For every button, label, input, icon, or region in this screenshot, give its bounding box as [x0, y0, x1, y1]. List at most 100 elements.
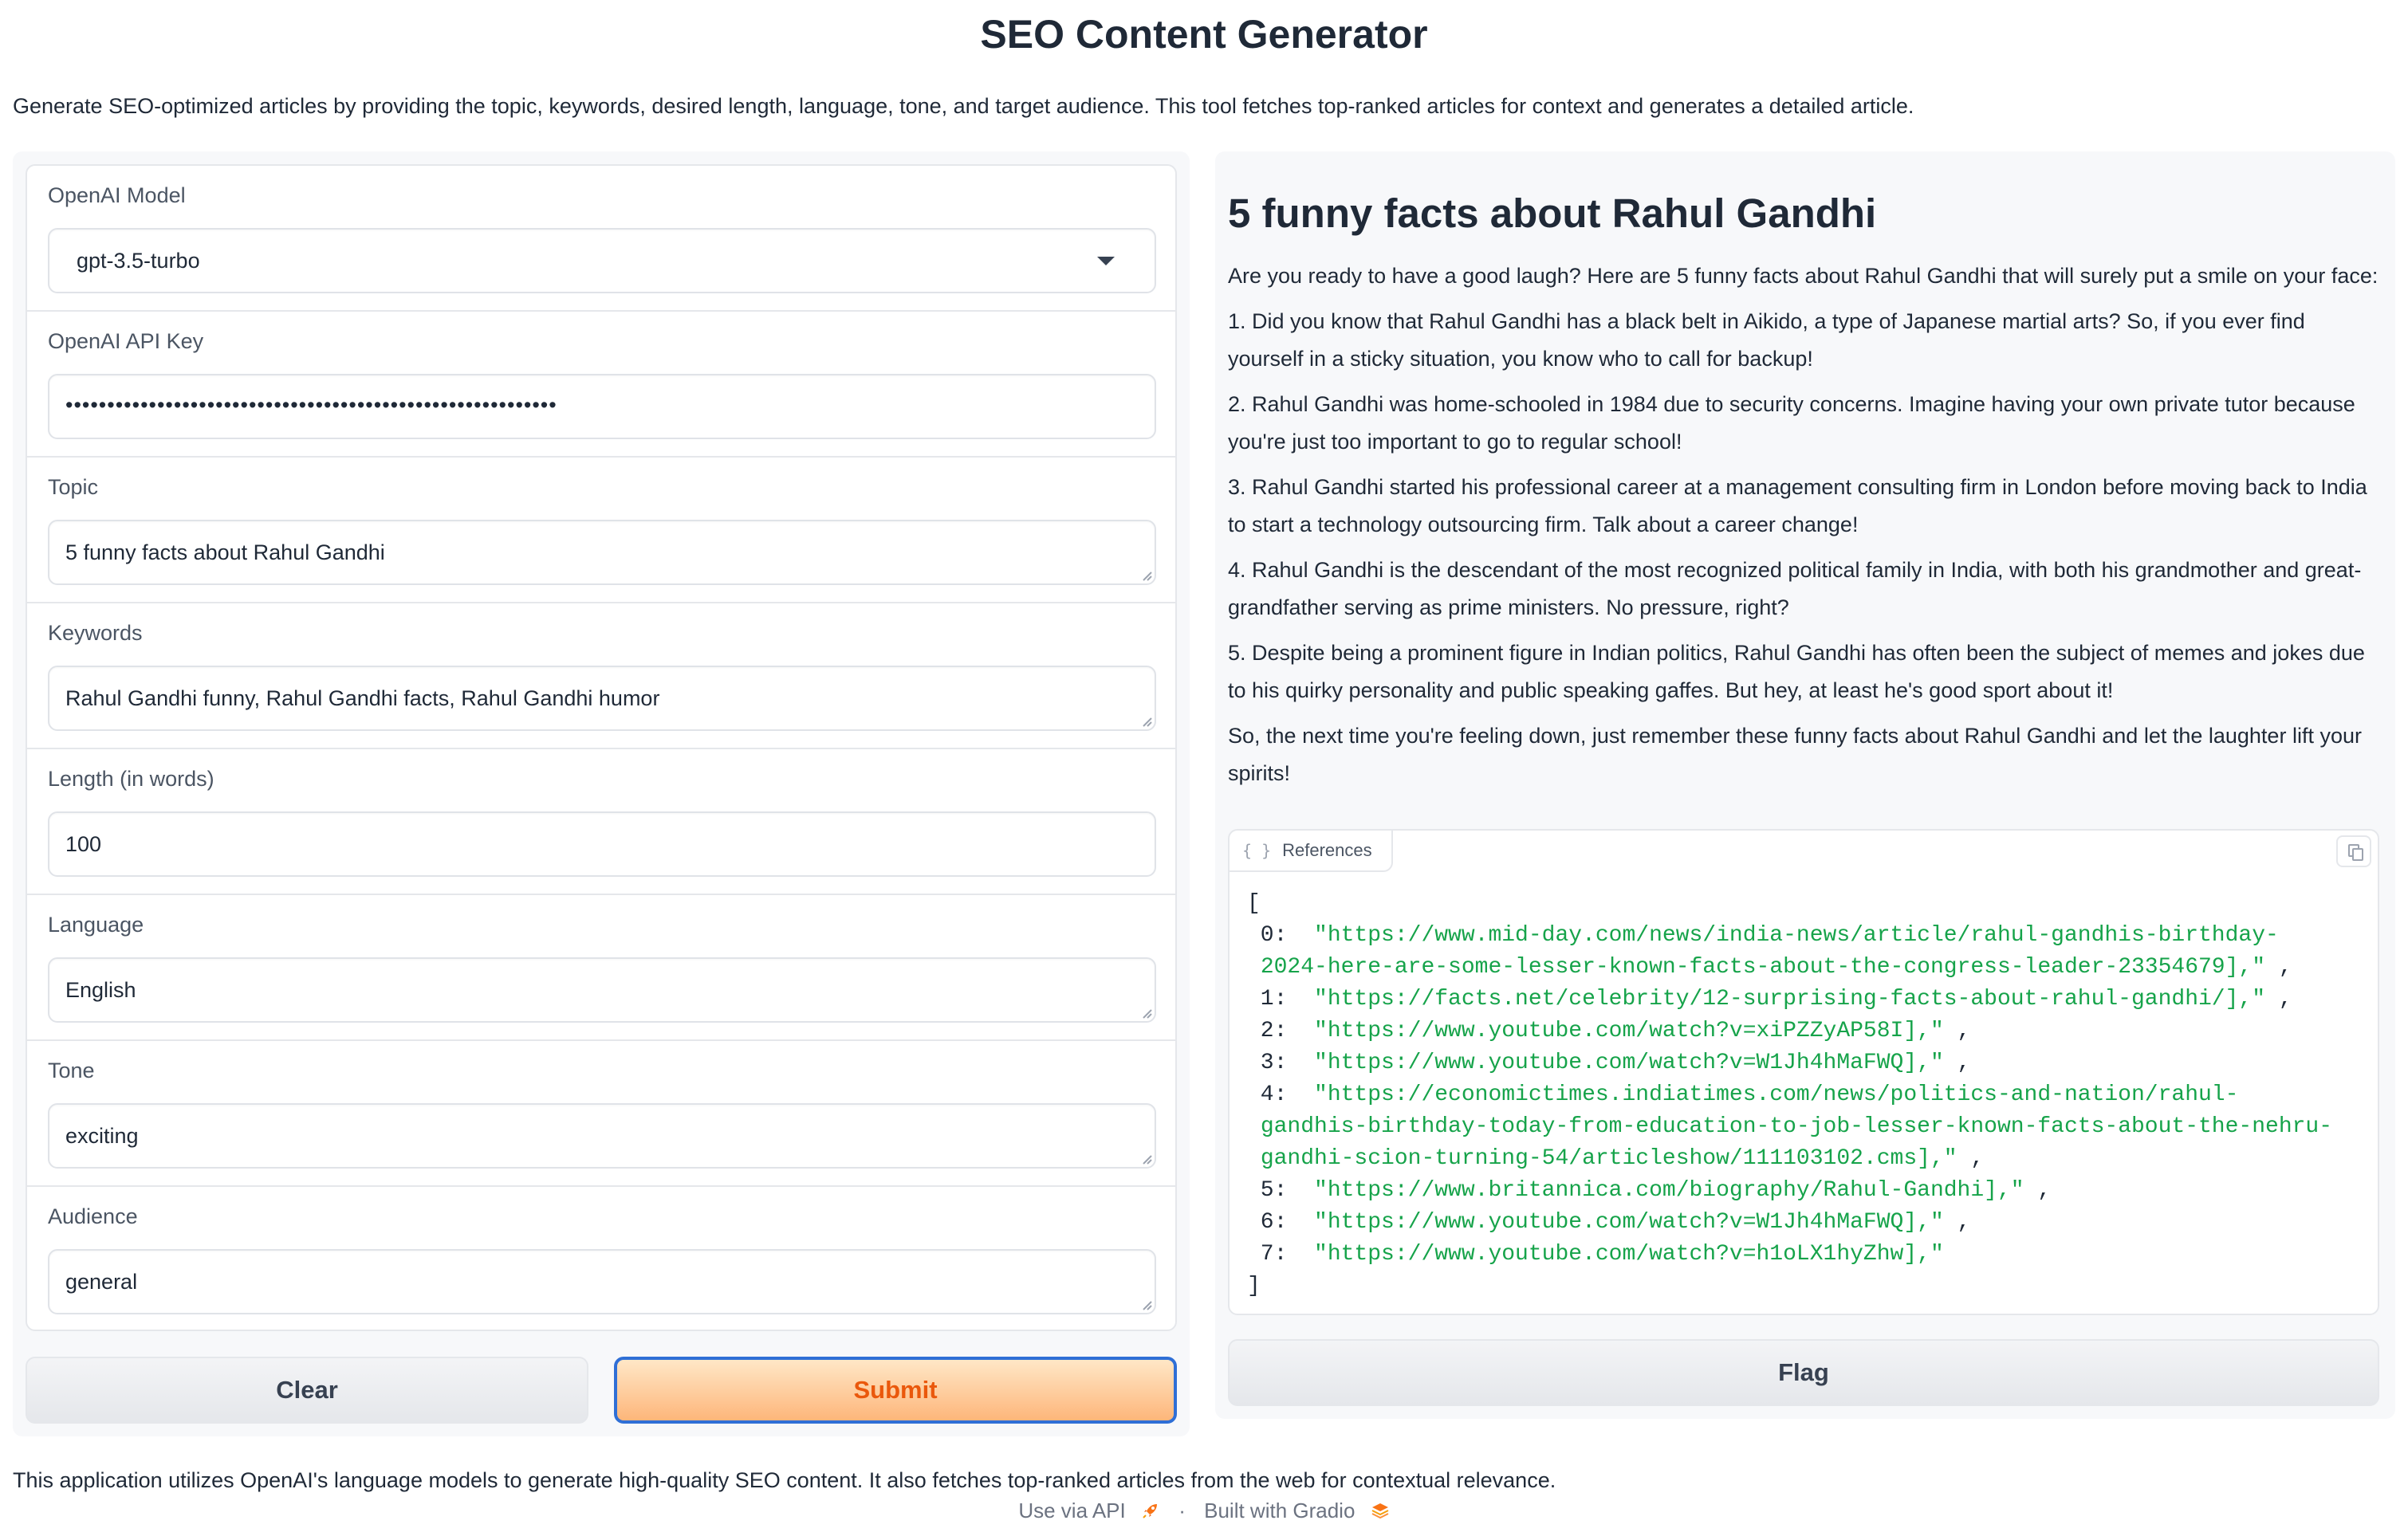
- reference-url: "https://www.youtube.com/watch?v=W1Jh4hM…: [1314, 1210, 1944, 1235]
- reference-url: "https://economictimes.indiatimes.com/ne…: [1314, 1082, 2239, 1107]
- reference-index: 0:: [1247, 923, 1315, 948]
- audience-value: general: [65, 1270, 138, 1294]
- reference-index: 3:: [1247, 1051, 1315, 1075]
- language-value: English: [65, 978, 136, 1002]
- form-panel: OpenAI Model gpt-3.5-turbo OpenAI API Ke…: [26, 164, 1177, 1331]
- article-heading: 5 funny facts about Rahul Gandhi: [1228, 191, 1877, 236]
- resize-handle-icon[interactable]: [1139, 1005, 1153, 1019]
- page-title: SEO Content Generator: [980, 12, 1428, 57]
- reference-url: "https://www.mid-day.com/news/india-news…: [1314, 923, 2279, 948]
- footer-separator: ·: [1178, 1499, 1186, 1522]
- reference-url: "https://www.youtube.com/watch?v=W1Jh4hM…: [1314, 1051, 1944, 1075]
- length-label: Length (in words): [48, 767, 214, 791]
- reference-index: 5:: [1247, 1178, 1315, 1203]
- reference-index: [1247, 955, 1261, 980]
- topic-input[interactable]: 5 funny facts about Rahul Gandhi: [48, 520, 1156, 585]
- model-field: OpenAI Model gpt-3.5-turbo: [27, 166, 1175, 312]
- length-field: Length (in words) 100: [27, 749, 1175, 895]
- article-paragraph: 4. Rahul Gandhi is the descendant of the…: [1228, 558, 2362, 619]
- reference-comma: ,: [1943, 1210, 1971, 1235]
- topic-value: 5 funny facts about Rahul Gandhi: [65, 540, 385, 564]
- built-with-gradio-link[interactable]: Built with Gradio: [1204, 1499, 1355, 1522]
- model-value: gpt-3.5-turbo: [77, 249, 200, 273]
- model-label: OpenAI Model: [48, 183, 186, 207]
- length-input[interactable]: 100: [48, 811, 1156, 877]
- copy-icon[interactable]: [2336, 835, 2371, 867]
- keywords-label: Keywords: [48, 621, 143, 645]
- audience-label: Audience: [48, 1204, 138, 1228]
- reference-item: 0: "https://www.mid-day.com/news/india-n…: [1247, 920, 2332, 952]
- resize-handle-icon[interactable]: [1139, 713, 1153, 728]
- clear-button[interactable]: Clear: [26, 1357, 588, 1424]
- json-close-bracket: ]: [1247, 1274, 1261, 1298]
- article-paragraph: 1. Did you know that Rahul Gandhi has a …: [1228, 309, 2305, 371]
- audience-input[interactable]: general: [48, 1249, 1156, 1314]
- reference-url: "https://www.youtube.com/watch?v=xiPZZyA…: [1314, 1019, 1944, 1043]
- reference-url: gandhi-scion-turning-54/articleshow/1111…: [1260, 1146, 1957, 1171]
- references-label: { } References: [1230, 831, 1393, 872]
- reference-url: gandhis-birthday-today-from-education-to…: [1260, 1114, 2333, 1139]
- reference-item: 7: "https://www.youtube.com/watch?v=h1oL…: [1247, 1239, 2332, 1271]
- reference-comma: ,: [2265, 987, 2292, 1012]
- api-key-value: ••••••••••••••••••••••••••••••••••••••••…: [65, 393, 557, 417]
- reference-item: 2: "https://www.youtube.com/watch?v=xiPZ…: [1247, 1016, 2332, 1047]
- reference-index: 7:: [1247, 1242, 1315, 1267]
- reference-item: 1: "https://facts.net/celebrity/12-surpr…: [1247, 984, 2332, 1016]
- tone-field: Tone exciting: [27, 1041, 1175, 1187]
- output-column: 5 funny facts about Rahul Gandhi Are you…: [1215, 151, 2395, 1419]
- reference-index: 4:: [1247, 1082, 1315, 1107]
- reference-url: "https://www.britannica.com/biography/Ra…: [1314, 1178, 2024, 1203]
- reference-comma: ,: [1957, 1146, 1985, 1171]
- api-key-field: OpenAI API Key •••••••••••••••••••••••••…: [27, 312, 1175, 458]
- footer-links: Use via API · Built with Gradio: [0, 1499, 2408, 1523]
- footer-note: This application utilizes OpenAI's langu…: [13, 1468, 1556, 1492]
- article-paragraph: 5. Despite being a prominent figure in I…: [1228, 641, 2365, 702]
- tone-input[interactable]: exciting: [48, 1103, 1156, 1169]
- input-column: OpenAI Model gpt-3.5-turbo OpenAI API Ke…: [13, 151, 1190, 1436]
- keywords-field: Keywords Rahul Gandhi funny, Rahul Gandh…: [27, 603, 1175, 749]
- article-paragraph: 3. Rahul Gandhi started his professional…: [1228, 475, 2367, 536]
- reference-comma: ,: [1943, 1051, 1971, 1075]
- keywords-input[interactable]: Rahul Gandhi funny, Rahul Gandhi facts, …: [48, 666, 1156, 731]
- api-key-input[interactable]: ••••••••••••••••••••••••••••••••••••••••…: [48, 374, 1156, 439]
- language-field: Language English: [27, 895, 1175, 1041]
- resize-handle-icon[interactable]: [1139, 568, 1153, 582]
- resize-handle-icon[interactable]: [1139, 1297, 1153, 1311]
- reference-item: 6: "https://www.youtube.com/watch?v=W1Jh…: [1247, 1207, 2332, 1239]
- submit-button[interactable]: Submit: [614, 1357, 1177, 1424]
- resize-handle-icon[interactable]: [1139, 1151, 1153, 1165]
- reference-index: 1:: [1247, 987, 1315, 1012]
- api-key-label: OpenAI API Key: [48, 329, 204, 353]
- flag-button[interactable]: Flag: [1228, 1339, 2379, 1406]
- chevron-down-icon: [1097, 257, 1115, 265]
- reference-item: 4: "https://economictimes.indiatimes.com…: [1247, 1079, 2332, 1111]
- reference-item: gandhis-birthday-today-from-education-to…: [1247, 1111, 2332, 1143]
- reference-comma: ,: [2265, 955, 2292, 980]
- reference-index: [1247, 1146, 1261, 1171]
- reference-url: 2024-here-are-some-lesser-known-facts-ab…: [1260, 955, 2266, 980]
- reference-item: 2024-here-are-some-lesser-known-facts-ab…: [1247, 952, 2332, 984]
- reference-index: 6:: [1247, 1210, 1315, 1235]
- page-description: Generate SEO-optimized articles by provi…: [13, 94, 1914, 118]
- tone-value: exciting: [65, 1124, 139, 1148]
- article-paragraph: Are you ready to have a good laugh? Here…: [1228, 264, 2378, 288]
- reference-index: [1247, 1114, 1261, 1139]
- reference-url: "https://www.youtube.com/watch?v=h1oLX1h…: [1314, 1242, 1944, 1267]
- reference-index: 2:: [1247, 1019, 1315, 1043]
- language-label: Language: [48, 913, 144, 937]
- rocket-icon: [1143, 1504, 1157, 1518]
- article-paragraph: 2. Rahul Gandhi was home-schooled in 198…: [1228, 392, 2355, 454]
- json-open-bracket: [: [1247, 891, 1261, 916]
- topic-label: Topic: [48, 475, 99, 499]
- audience-field: Audience general: [27, 1187, 1175, 1330]
- article-output: 5 funny facts about Rahul Gandhi Are you…: [1228, 190, 2384, 800]
- references-json-panel: { } References [ 0: "https://www.mid-day.…: [1228, 829, 2379, 1315]
- gradio-logo-icon: [1371, 1503, 1389, 1519]
- reference-comma: ,: [2024, 1178, 2052, 1203]
- reference-item: 3: "https://www.youtube.com/watch?v=W1Jh…: [1247, 1047, 2332, 1079]
- tone-label: Tone: [48, 1059, 95, 1082]
- reference-url: "https://facts.net/celebrity/12-surprisi…: [1314, 987, 2266, 1012]
- model-dropdown[interactable]: gpt-3.5-turbo: [48, 228, 1156, 293]
- use-via-api-link[interactable]: Use via API: [1018, 1499, 1125, 1522]
- language-input[interactable]: English: [48, 957, 1156, 1023]
